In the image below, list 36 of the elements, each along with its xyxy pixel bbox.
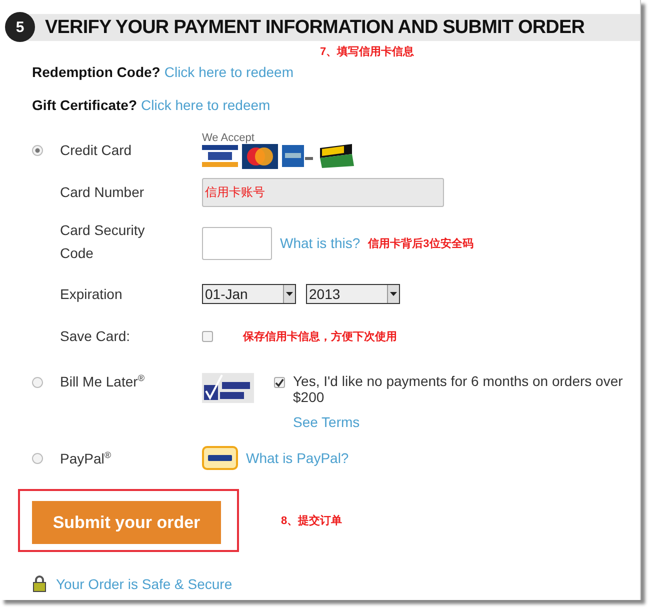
checkbox[interactable]	[202, 330, 213, 342]
caret-icon	[390, 292, 397, 296]
security-code-field[interactable]	[202, 226, 272, 260]
field-label: Card Security Code	[60, 221, 146, 263]
secure-link[interactable]: Your Order is Safe & Secure	[56, 576, 232, 592]
help-link[interactable]: What is PayPal?	[246, 450, 349, 466]
checkmark-icon	[275, 378, 284, 388]
field-label: Card Number	[60, 184, 144, 200]
year-dropdown[interactable]: 2013	[306, 284, 400, 304]
radio-button[interactable]	[32, 144, 43, 156]
payment-option-label: PayPal$^{®}$	[60, 450, 111, 466]
redeem-label: Gift Certificate?	[32, 96, 138, 112]
redeem-label: Redemption Code?	[32, 64, 160, 80]
annotation-text: 保存信用卡信息，方便下次使用	[243, 330, 397, 344]
annotation-text: 信用卡背后3位安全码	[368, 236, 474, 250]
field-label: Expiration	[60, 286, 122, 302]
step-number: 5	[5, 12, 35, 42]
radio-button[interactable]	[32, 452, 43, 464]
accept-label: We Accept	[202, 132, 256, 144]
redeem-link[interactable]: Click here to redeem	[141, 96, 270, 112]
field-label: Save Card:	[60, 328, 130, 344]
annotation-text: 8、提交订单	[281, 514, 342, 528]
radio-button[interactable]	[32, 377, 43, 388]
help-link[interactable]: What is this?	[280, 235, 360, 251]
caret-icon	[286, 292, 293, 296]
lock-icon	[33, 575, 46, 592]
annotation-text: 7、填写信用卡信息	[320, 44, 414, 59]
payment-option-label: Bill Me Later$^{®}$	[60, 373, 144, 390]
submit-button[interactable]: Submit your order	[32, 501, 221, 544]
checkbox[interactable]	[274, 377, 285, 388]
offer-text: Yes, I'd like no payments for 6 months on orders over $200	[293, 373, 624, 405]
redeem-link[interactable]: Click here to redeem	[164, 64, 294, 80]
card-number-field[interactable]: 信用卡账号	[202, 178, 444, 206]
terms-link[interactable]: See Terms	[293, 414, 640, 430]
month-dropdown[interactable]: 01-Jan	[202, 284, 296, 304]
payment-option-label: Credit Card	[60, 142, 132, 158]
